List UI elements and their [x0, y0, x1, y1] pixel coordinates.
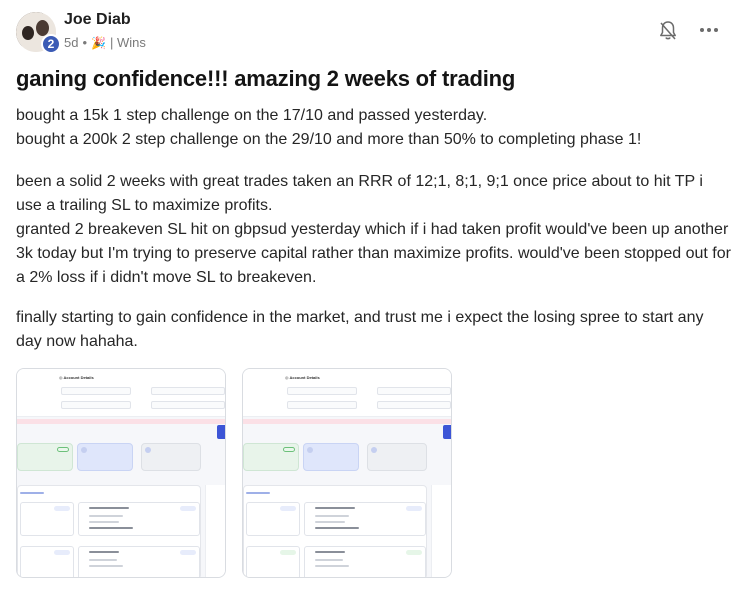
- thumb-stat-card: [77, 443, 133, 471]
- thumb-subpanel: [78, 502, 200, 536]
- thumb-field: [287, 401, 357, 409]
- thumb-account-details: ◎ Account Details: [285, 375, 320, 380]
- post-paragraph-1: bought a 15k 1 step challenge on the 17/…: [16, 107, 642, 148]
- more-dot: [700, 28, 704, 32]
- more-dot: [714, 28, 718, 32]
- thumb-right-column: [205, 485, 225, 577]
- thumb-header: ◎ Account Details: [17, 369, 225, 417]
- thumb-line: [89, 507, 129, 509]
- attachment-screenshot-2[interactable]: ◎ Account Details: [242, 368, 452, 578]
- attachment-screenshot-1[interactable]: ◎ Account Details: [16, 368, 226, 578]
- thumb-subpanel: [20, 546, 74, 577]
- thumb-subpanel: [246, 502, 300, 536]
- thumb-chip: [280, 506, 296, 511]
- thumb-line: [315, 527, 359, 529]
- thumb-subpanel: [20, 502, 74, 536]
- avatar-person-1: [22, 26, 34, 40]
- thumb-line: [246, 492, 270, 494]
- level-badge: 2: [41, 34, 61, 54]
- thumb-alert-strip: [17, 419, 225, 424]
- thumb-line: [315, 565, 349, 567]
- thumb-dot: [307, 447, 313, 453]
- thumb-stat-card: [243, 443, 299, 471]
- thumb-line: [20, 492, 44, 494]
- thumb-pill: [283, 447, 295, 452]
- thumb-chip: [406, 506, 422, 511]
- thumb-stat-card: [141, 443, 201, 471]
- thumb-stat-card: [367, 443, 427, 471]
- thumb-side-tab: [443, 425, 451, 439]
- thumb-field: [151, 387, 225, 395]
- meta-separator: •: [82, 35, 88, 50]
- thumb-line: [315, 551, 345, 553]
- thumb-line: [89, 521, 119, 523]
- post-title: ganing confidence!!! amazing 2 weeks of …: [16, 66, 516, 91]
- community-post: 2 Joe Diab 5d • 🎉 | Wins ganing confiden…: [0, 0, 747, 590]
- thumb-field: [377, 387, 451, 395]
- thumb-chip: [180, 506, 196, 511]
- thumb-chip: [54, 550, 70, 555]
- thumb-field: [151, 401, 225, 409]
- thumb-side-tab: [217, 425, 225, 439]
- thumb-subpanel: [304, 502, 426, 536]
- post-paragraph-2: been a solid 2 weeks with great trades t…: [16, 173, 731, 286]
- post-paragraph-3: finally starting to gain confidence in t…: [16, 309, 704, 350]
- thumb-alert-strip: [243, 419, 451, 424]
- thumb-line: [89, 515, 123, 517]
- thumb-objectives-panel: [243, 485, 427, 577]
- thumb-line: [315, 521, 345, 523]
- thumb-objectives-panel: [17, 485, 201, 577]
- thumb-dot: [371, 447, 377, 453]
- more-dot: [707, 28, 711, 32]
- party-popper-icon: 🎉: [91, 35, 106, 50]
- thumb-stat-card: [303, 443, 359, 471]
- thumb-header: ◎ Account Details: [243, 369, 451, 417]
- thumb-line: [315, 507, 355, 509]
- thumb-stat-card: [17, 443, 73, 471]
- thumb-field: [61, 401, 131, 409]
- thumb-subpanel: [304, 546, 426, 577]
- more-horizontal-icon[interactable]: [699, 20, 719, 40]
- thumb-line: [315, 515, 349, 517]
- thumb-chip: [280, 550, 296, 555]
- thumb-dot: [81, 447, 87, 453]
- thumb-chip: [54, 506, 70, 511]
- thumb-field: [61, 387, 131, 395]
- thumb-line: [89, 527, 133, 529]
- thumb-line: [89, 551, 119, 553]
- post-category[interactable]: | Wins: [110, 35, 146, 50]
- thumb-pill: [57, 447, 69, 452]
- thumb-subpanel: [246, 546, 300, 577]
- thumb-dot: [145, 447, 151, 453]
- thumb-chip: [180, 550, 196, 555]
- thumb-chip: [406, 550, 422, 555]
- thumb-account-details: ◎ Account Details: [59, 375, 94, 380]
- thumb-line: [89, 565, 123, 567]
- thumb-line: [315, 559, 343, 561]
- thumb-right-column: [431, 485, 451, 577]
- author-name[interactable]: Joe Diab: [64, 11, 131, 29]
- thumb-field: [287, 387, 357, 395]
- post-meta: 5d • 🎉 | Wins: [64, 35, 146, 50]
- bell-off-icon[interactable]: [658, 20, 678, 42]
- thumb-subpanel: [78, 546, 200, 577]
- thumb-line: [89, 559, 117, 561]
- thumb-field: [377, 401, 451, 409]
- post-age: 5d: [64, 35, 79, 50]
